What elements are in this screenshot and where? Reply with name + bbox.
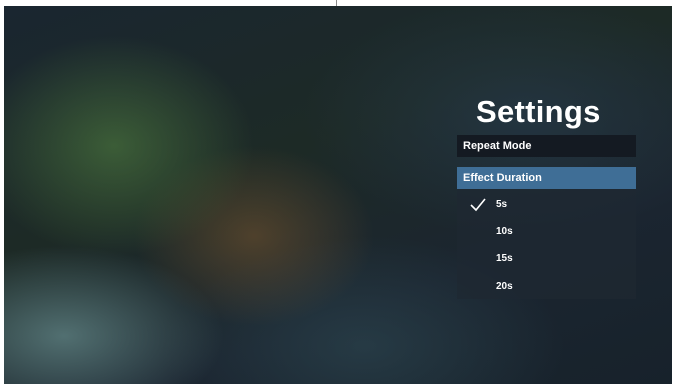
page-title: Settings — [476, 94, 601, 129]
option-label: 10s — [496, 226, 513, 237]
option-15s[interactable]: 15s — [457, 248, 636, 270]
option-label: 15s — [496, 253, 513, 264]
menu-item-effect-duration[interactable]: Effect Duration — [457, 167, 636, 189]
option-20s[interactable]: 20s — [457, 276, 636, 298]
option-label: 5s — [496, 199, 508, 210]
settings-screen: Settings Repeat Mode Effect Duration 5s … — [4, 6, 672, 384]
option-10s[interactable]: 10s — [457, 221, 636, 243]
option-label: 20s — [496, 281, 513, 292]
menu-item-repeat-mode[interactable]: Repeat Mode — [457, 135, 636, 157]
option-5s[interactable]: 5s — [457, 194, 636, 216]
check-icon — [470, 198, 486, 212]
